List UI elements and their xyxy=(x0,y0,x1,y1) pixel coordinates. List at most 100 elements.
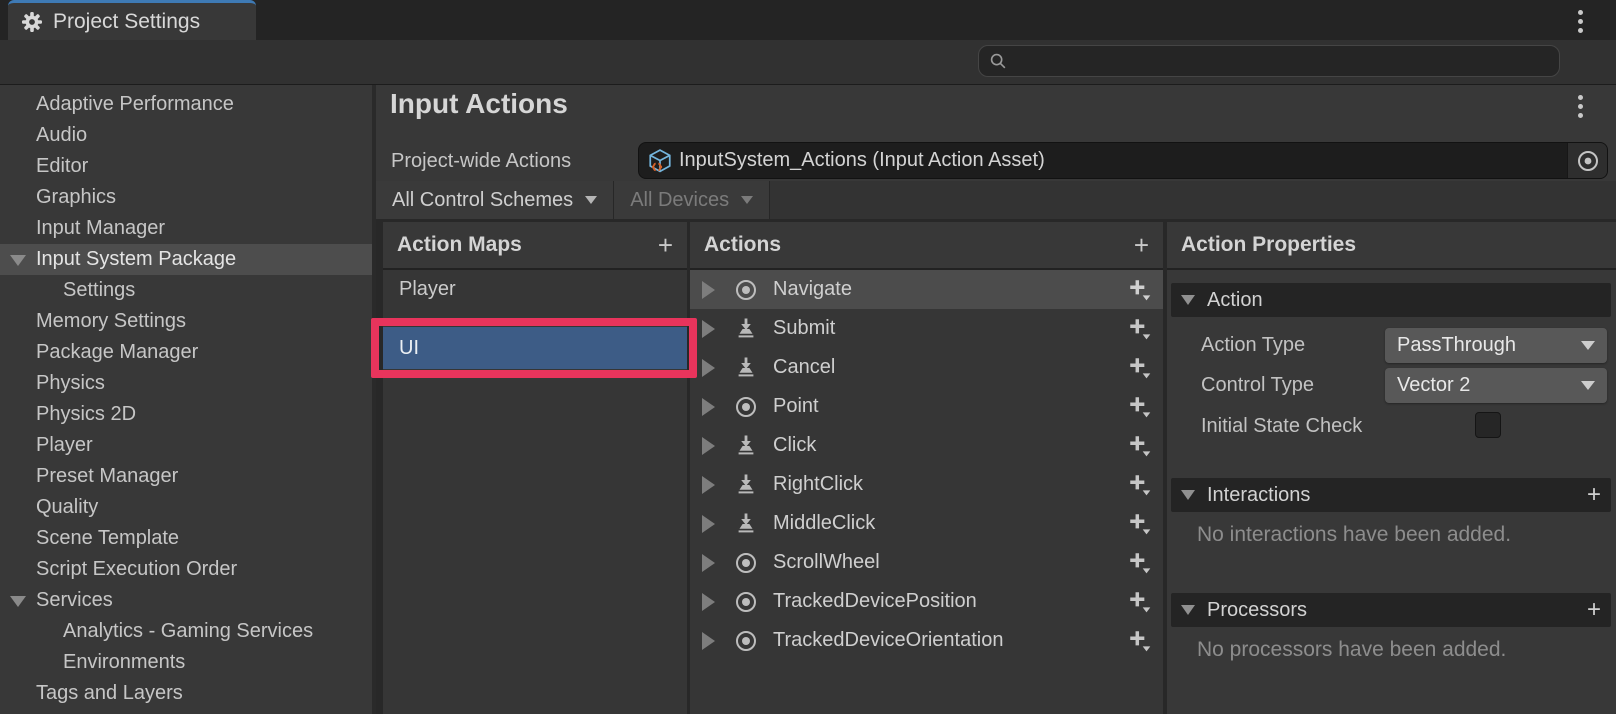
sidebar-item-analytics-gaming-services[interactable]: Analytics - Gaming Services xyxy=(0,616,372,647)
action-label: Point xyxy=(773,395,1127,418)
tab-project-settings[interactable]: Project Settings xyxy=(8,0,256,40)
control-schemes-dropdown[interactable]: All Control Schemes xyxy=(376,181,614,219)
add-binding-icon[interactable] xyxy=(1127,316,1153,342)
add-binding-icon[interactable] xyxy=(1127,550,1153,576)
interactions-section-header[interactable]: Interactions + xyxy=(1171,478,1611,512)
foldout-expanded-icon[interactable] xyxy=(10,596,26,607)
foldout-collapsed-icon[interactable] xyxy=(702,593,715,611)
page-title: Input Actions xyxy=(390,88,568,120)
sidebar-item-services[interactable]: Services xyxy=(0,585,372,616)
initial-state-checkbox[interactable] xyxy=(1475,412,1501,438)
sidebar-item-player[interactable]: Player xyxy=(0,430,372,461)
action-map-label: Player xyxy=(399,278,456,300)
sidebar-item-input-manager[interactable]: Input Manager xyxy=(0,213,372,244)
sidebar-item-editor[interactable]: Editor xyxy=(0,151,372,182)
foldout-collapsed-icon[interactable] xyxy=(702,554,715,572)
action-map-row-player[interactable]: Player xyxy=(383,270,687,309)
input-action-asset-field[interactable]: InputSystem_Actions (Input Action Asset) xyxy=(638,142,1608,179)
asset-field-value: InputSystem_Actions (Input Action Asset) xyxy=(679,149,1567,172)
action-row-scrollwheel[interactable]: ScrollWheel xyxy=(690,543,1163,582)
sidebar-item-physics[interactable]: Physics xyxy=(0,368,372,399)
action-row-rightclick[interactable]: RightClick xyxy=(690,465,1163,504)
sidebar-item-memory-settings[interactable]: Memory Settings xyxy=(0,306,372,337)
section-title: Processors xyxy=(1207,599,1587,622)
sidebar-item-graphics[interactable]: Graphics xyxy=(0,182,372,213)
sidebar-item-physics-2d[interactable]: Physics 2D xyxy=(0,399,372,430)
add-binding-icon[interactable] xyxy=(1127,277,1153,303)
action-label: Click xyxy=(773,434,1127,457)
search-field[interactable] xyxy=(978,45,1560,77)
input-actions-menu-kebab-icon[interactable] xyxy=(1578,95,1583,118)
sidebar-item-scene-template[interactable]: Scene Template xyxy=(0,523,372,554)
action-row-submit[interactable]: Submit xyxy=(690,309,1163,348)
foldout-collapsed-icon[interactable] xyxy=(702,320,715,338)
project-wide-actions-label: Project-wide Actions xyxy=(391,146,571,176)
add-interaction-button[interactable]: + xyxy=(1587,483,1601,507)
foldout-expanded-icon[interactable] xyxy=(1181,605,1195,615)
add-binding-icon[interactable] xyxy=(1127,628,1153,654)
search-input[interactable] xyxy=(1015,51,1549,72)
add-binding-icon[interactable] xyxy=(1127,394,1153,420)
sidebar-item-preset-manager[interactable]: Preset Manager xyxy=(0,461,372,492)
sidebar-item-label: Script Execution Order xyxy=(36,558,237,580)
section-title: Action xyxy=(1207,289,1601,312)
foldout-collapsed-icon[interactable] xyxy=(702,515,715,533)
action-row-navigate[interactable]: Navigate xyxy=(690,270,1163,309)
processors-section-header[interactable]: Processors + xyxy=(1171,593,1611,627)
window-menu-kebab-icon[interactable] xyxy=(1578,10,1583,33)
sidebar-item-label: Graphics xyxy=(36,186,116,208)
sidebar-item-adaptive-performance[interactable]: Adaptive Performance xyxy=(0,89,372,120)
action-type-dropdown[interactable]: PassThrough xyxy=(1385,328,1607,363)
add-processor-button[interactable]: + xyxy=(1587,598,1601,622)
foldout-collapsed-icon[interactable] xyxy=(702,359,715,377)
sidebar-item-audio[interactable]: Audio xyxy=(0,120,372,151)
action-map-row-ui-selected[interactable]: UI xyxy=(383,327,687,369)
sidebar-item-tags-and-layers[interactable]: Tags and Layers xyxy=(0,678,372,709)
control-schemes-label: All Control Schemes xyxy=(392,189,573,212)
sidebar-item-label: Services xyxy=(36,589,113,611)
add-binding-icon[interactable] xyxy=(1127,433,1153,459)
foldout-expanded-icon[interactable] xyxy=(10,255,26,266)
button-icon xyxy=(735,513,757,535)
sidebar-item-input-system-package[interactable]: Input System Package xyxy=(0,244,372,275)
sidebar-item-label: Quality xyxy=(36,496,98,518)
sidebar-item-quality[interactable]: Quality xyxy=(0,492,372,523)
foldout-expanded-icon[interactable] xyxy=(1181,490,1195,500)
action-row-middleclick[interactable]: MiddleClick xyxy=(690,504,1163,543)
action-row-cancel[interactable]: Cancel xyxy=(690,348,1163,387)
sidebar-item-package-manager[interactable]: Package Manager xyxy=(0,337,372,368)
add-action-button[interactable]: + xyxy=(1134,232,1149,258)
devices-dropdown[interactable]: All Devices xyxy=(614,181,770,219)
action-maps-header: Action Maps + xyxy=(383,222,687,270)
foldout-expanded-icon[interactable] xyxy=(1181,295,1195,305)
object-picker-icon[interactable] xyxy=(1567,143,1607,178)
action-properties-panel: Action Properties Action Action Type Pas… xyxy=(1167,222,1616,714)
sidebar-item-label: Analytics - Gaming Services xyxy=(63,620,313,642)
action-type-value: PassThrough xyxy=(1397,334,1581,357)
foldout-collapsed-icon[interactable] xyxy=(702,398,715,416)
add-binding-icon[interactable] xyxy=(1127,511,1153,537)
action-row-click[interactable]: Click xyxy=(690,426,1163,465)
action-row-trackeddeviceorientation[interactable]: TrackedDeviceOrientation xyxy=(690,621,1163,660)
action-row-point[interactable]: Point xyxy=(690,387,1163,426)
vector2-icon xyxy=(735,279,757,301)
sidebar-item-settings[interactable]: Settings xyxy=(0,275,372,306)
foldout-collapsed-icon[interactable] xyxy=(702,632,715,650)
sidebar-item-script-execution-order[interactable]: Script Execution Order xyxy=(0,554,372,585)
vector2-icon xyxy=(735,396,757,418)
add-binding-icon[interactable] xyxy=(1127,355,1153,381)
add-binding-icon[interactable] xyxy=(1127,472,1153,498)
action-row-trackeddeviceposition[interactable]: TrackedDevicePosition xyxy=(690,582,1163,621)
add-binding-icon[interactable] xyxy=(1127,589,1153,615)
chevron-down-icon xyxy=(1581,381,1595,390)
foldout-collapsed-icon[interactable] xyxy=(702,437,715,455)
foldout-collapsed-icon[interactable] xyxy=(702,476,715,494)
control-scheme-toolbar: All Control Schemes All Devices xyxy=(376,181,1616,219)
add-action-map-button[interactable]: + xyxy=(658,232,673,258)
action-section-header[interactable]: Action xyxy=(1171,283,1611,317)
foldout-collapsed-icon[interactable] xyxy=(702,281,715,299)
button-icon xyxy=(735,318,757,340)
sidebar-item-environments[interactable]: Environments xyxy=(0,647,372,678)
control-type-dropdown[interactable]: Vector 2 xyxy=(1385,368,1607,403)
sidebar-item-label: Memory Settings xyxy=(36,310,186,332)
